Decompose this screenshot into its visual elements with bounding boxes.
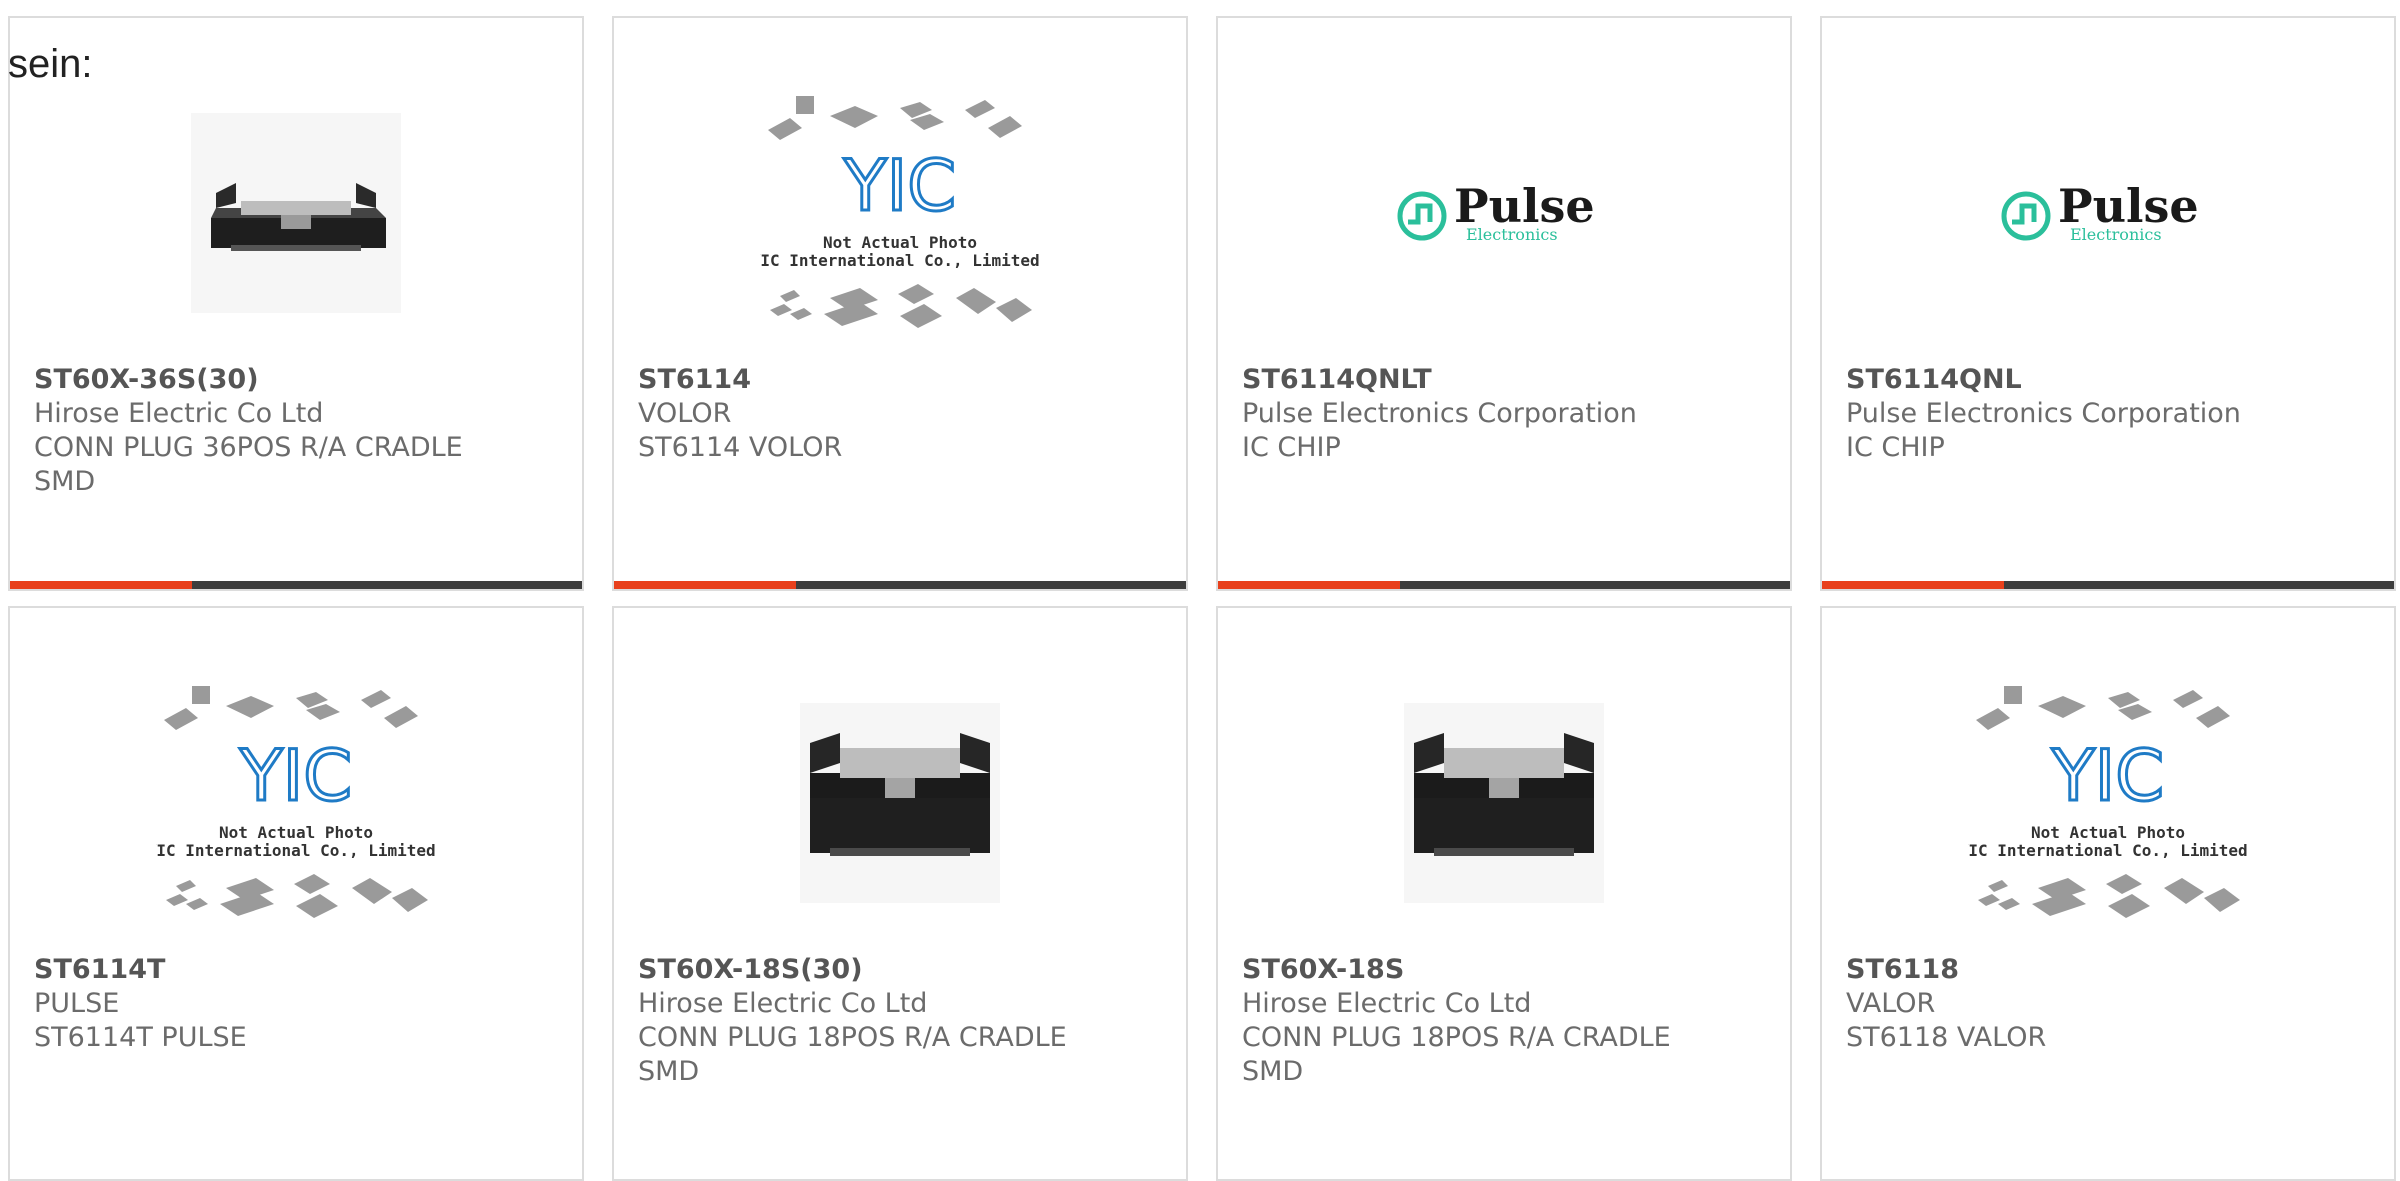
pulse-subtitle: Electronics [1466, 225, 1558, 244]
card-bottom-bar [1822, 581, 2394, 589]
part-number[interactable]: ST6114QNL [1846, 363, 2370, 397]
product-card[interactable]: Pulse Electronics ST6114QNL Pulse Electr… [1820, 16, 2396, 591]
progress-accent [10, 581, 192, 589]
card-bottom-bar [614, 581, 1186, 589]
connector-image[interactable] [1218, 648, 1790, 958]
product-card[interactable]: YIC Not Actual Photo YIC International C… [8, 606, 584, 1181]
yic-placeholder-image[interactable]: YIC Not Actual Photo YIC International C… [1822, 648, 2394, 958]
part-number[interactable]: ST60X-18S(30) [638, 953, 1162, 987]
connector-image[interactable] [10, 58, 582, 368]
description: ST6118 VALOR [1846, 1022, 2047, 1053]
card-bottom-bar [1218, 581, 1790, 589]
product-card[interactable]: YIC Not Actual Photo YIC International C… [612, 16, 1188, 591]
yic-logo: YIC [239, 735, 352, 817]
yic-logo: YIC [2051, 735, 2164, 817]
part-number[interactable]: ST6114 [638, 363, 1162, 397]
product-card[interactable]: Pulse Electronics ST6114QNLT Pulse Elect… [1216, 16, 1792, 591]
pulse-logo-image[interactable]: Pulse Electronics [1822, 58, 2394, 368]
pulse-subtitle: Electronics [2070, 225, 2162, 244]
manufacturer: VOLOR [638, 398, 732, 429]
description: IC CHIP [1846, 432, 1945, 463]
manufacturer: Pulse Electronics Corporation [1846, 398, 2241, 429]
yic-caption-2: YIC International Co., Limited. [156, 841, 436, 860]
manufacturer: Hirose Electric Co Ltd [638, 988, 928, 1019]
part-number[interactable]: ST60X-18S [1242, 953, 1766, 987]
product-card[interactable]: ST60X-36S(30) Hirose Electric Co Ltd CON… [8, 16, 584, 591]
card-bottom-bar [10, 581, 582, 589]
description: CONN PLUG 36POS R/A CRADLE SMD [34, 432, 463, 497]
yic-logo: YIC [843, 145, 956, 227]
progress-accent [1822, 581, 2004, 589]
yic-placeholder-image[interactable]: YIC Not Actual Photo YIC International C… [614, 58, 1186, 368]
description: CONN PLUG 18POS R/A CRADLE SMD [1242, 1022, 1671, 1087]
yic-caption-2: YIC International Co., Limited. [760, 251, 1040, 270]
manufacturer: Pulse Electronics Corporation [1242, 398, 1637, 429]
manufacturer: Hirose Electric Co Ltd [1242, 988, 1532, 1019]
yic-caption-1: Not Actual Photo [219, 823, 373, 842]
prefix-text: sein: [8, 42, 93, 86]
part-number[interactable]: ST6114QNLT [1242, 363, 1766, 397]
description: ST6114T PULSE [34, 1022, 247, 1053]
part-number[interactable]: ST60X-36S(30) [34, 363, 558, 397]
progress-accent [1218, 581, 1400, 589]
product-card[interactable]: ST60X-18S Hirose Electric Co Ltd CONN PL… [1216, 606, 1792, 1181]
product-card[interactable]: YIC Not Actual Photo YIC International C… [1820, 606, 2396, 1181]
description: ST6114 VOLOR [638, 432, 843, 463]
manufacturer: VALOR [1846, 988, 1936, 1019]
manufacturer: Hirose Electric Co Ltd [34, 398, 324, 429]
yic-placeholder-image[interactable]: YIC Not Actual Photo YIC International C… [10, 648, 582, 958]
connector-image[interactable] [614, 648, 1186, 958]
manufacturer: PULSE [34, 988, 120, 1019]
product-card[interactable]: ST60X-18S(30) Hirose Electric Co Ltd CON… [612, 606, 1188, 1181]
yic-caption-2: YIC International Co., Limited. [1968, 841, 2248, 860]
description: CONN PLUG 18POS R/A CRADLE SMD [638, 1022, 1067, 1087]
yic-caption-1: Not Actual Photo [2031, 823, 2185, 842]
progress-accent [614, 581, 796, 589]
description: IC CHIP [1242, 432, 1341, 463]
yic-caption-1: Not Actual Photo [823, 233, 977, 252]
part-number[interactable]: ST6114T [34, 953, 558, 987]
part-number[interactable]: ST6118 [1846, 953, 2370, 987]
pulse-logo-image[interactable]: Pulse Electronics [1218, 58, 1790, 368]
